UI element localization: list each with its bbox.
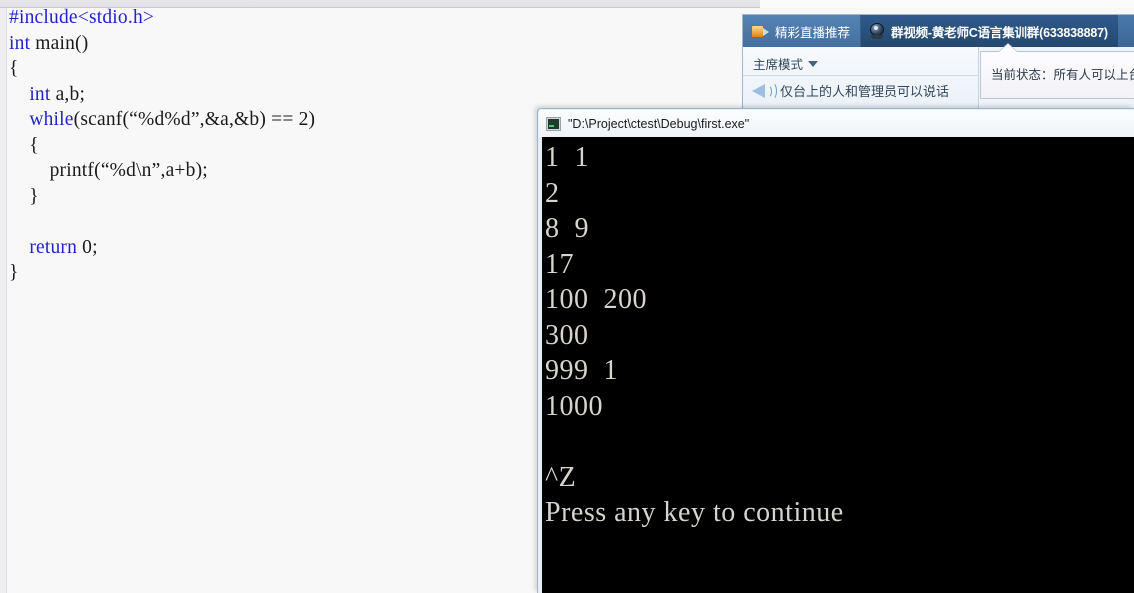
console-app-icon [546, 116, 561, 131]
speaking-permission-label: 仅台上的人和管理员可以说话 [780, 83, 950, 99]
qq-panel-divider [743, 75, 979, 76]
current-status-text: 当前状态：所有人可以上台 [991, 68, 1134, 82]
console-output-text: 1 1 2 8 9 17 100 200 300 999 1 1000 ^Z Press any… [545, 140, 844, 531]
console-line: 1000 [545, 390, 603, 422]
host-mode-dropdown[interactable]: 主席模式 [753, 54, 819, 73]
code-text: main() [30, 32, 89, 54]
code-line: int main() [9, 31, 539, 57]
code-text: } [9, 262, 19, 283]
console-line: ^Z [545, 461, 577, 493]
console-line: 2 [545, 177, 560, 209]
console-line: 8 9 [545, 213, 589, 244]
code-line: int a,b; [9, 82, 539, 108]
qq-tab-bar: 精彩直播推荐 群视频-黄老师C语言集训群(633838887) [743, 15, 1134, 47]
code-line: { [9, 133, 539, 159]
code-text: (scanf(“%d%d”,&a,&b) == 2) [73, 109, 316, 130]
console-line: 1 1 [545, 142, 589, 173]
code-keyword: #include<stdio.h> [9, 7, 155, 28]
code-line: #include<stdio.h> [9, 5, 539, 31]
console-window[interactable]: "D:\Project\ctest\Debug\first.exe" 1 1 2 8… [537, 108, 1134, 593]
speaker-icon [751, 80, 777, 100]
console-output-area[interactable]: 1 1 2 8 9 17 100 200 300 999 1 1000 ^Z Press any… [542, 137, 1134, 593]
qq-right-panel: 当前状态：所有人可以上台 [980, 44, 1134, 116]
console-line: 300 [545, 319, 589, 351]
code-text: printf(“%d\n”,a+b); [9, 160, 208, 181]
code-keyword: while [29, 109, 74, 130]
code-line: } [9, 184, 539, 210]
code-line: { [9, 56, 539, 82]
code-text: a,b; [50, 83, 86, 105]
code-keyword: return [29, 236, 78, 258]
current-status-tooltip: 当前状态：所有人可以上台 [980, 44, 1134, 99]
qq-group-video-window[interactable]: 精彩直播推荐 群视频-黄老师C语言集训群(633838887) 主席模式 仅台上… [742, 14, 1134, 117]
tab-group-video[interactable]: 群视频-黄老师C语言集训群(633838887) [861, 15, 1118, 47]
qq-left-panel: 主席模式 仅台上的人和管理员可以说话 [743, 47, 979, 116]
code-keyword: int [29, 83, 51, 105]
screen-root: #include<stdio.h> int main(){ int a,b; wh… [0, 0, 1134, 593]
source-code-text[interactable]: #include<stdio.h> int main(){ int a,b; wh… [9, 5, 539, 286]
code-line: while(scanf(“%d%d”,&a,&b) == 2) [9, 107, 539, 133]
console-line: 100 200 [545, 284, 647, 315]
tab-live-recommend[interactable]: 精彩直播推荐 [743, 15, 862, 47]
console-title-text: "D:\Project\ctest\Debug\first.exe" [568, 116, 750, 131]
code-text: 0; [77, 236, 98, 258]
code-text: { [9, 134, 39, 156]
console-line: 17 [545, 248, 574, 280]
qq-window-body: 主席模式 仅台上的人和管理员可以说话 当前状态：所有人可以上台 [743, 44, 1134, 116]
chevron-down-icon [808, 60, 819, 67]
console-line: 999 1 [545, 355, 618, 386]
tab-group-video-label: 群视频-黄老师C语言集训群(633838887) [891, 25, 1108, 40]
webcam-icon [869, 23, 885, 39]
code-text: } [9, 185, 39, 207]
editor-top-strip-right [760, 0, 1134, 8]
video-camera-icon [751, 24, 769, 38]
host-mode-label: 主席模式 [753, 58, 804, 72]
tab-live-recommend-label: 精彩直播推荐 [775, 25, 851, 40]
tooltip-arrow-icon [999, 44, 1017, 52]
console-line: Press any key to continue [545, 497, 844, 528]
code-line: printf(“%d\n”,a+b); [9, 158, 539, 184]
code-line: return 0; [9, 235, 539, 261]
console-title-bar[interactable]: "D:\Project\ctest\Debug\first.exe" [539, 110, 1134, 137]
speaking-permission-notice: 仅台上的人和管理员可以说话 [751, 80, 949, 100]
code-keyword: int [9, 32, 31, 54]
code-line: } [9, 260, 539, 286]
editor-gutter [0, 8, 7, 593]
code-text: { [9, 58, 19, 79]
